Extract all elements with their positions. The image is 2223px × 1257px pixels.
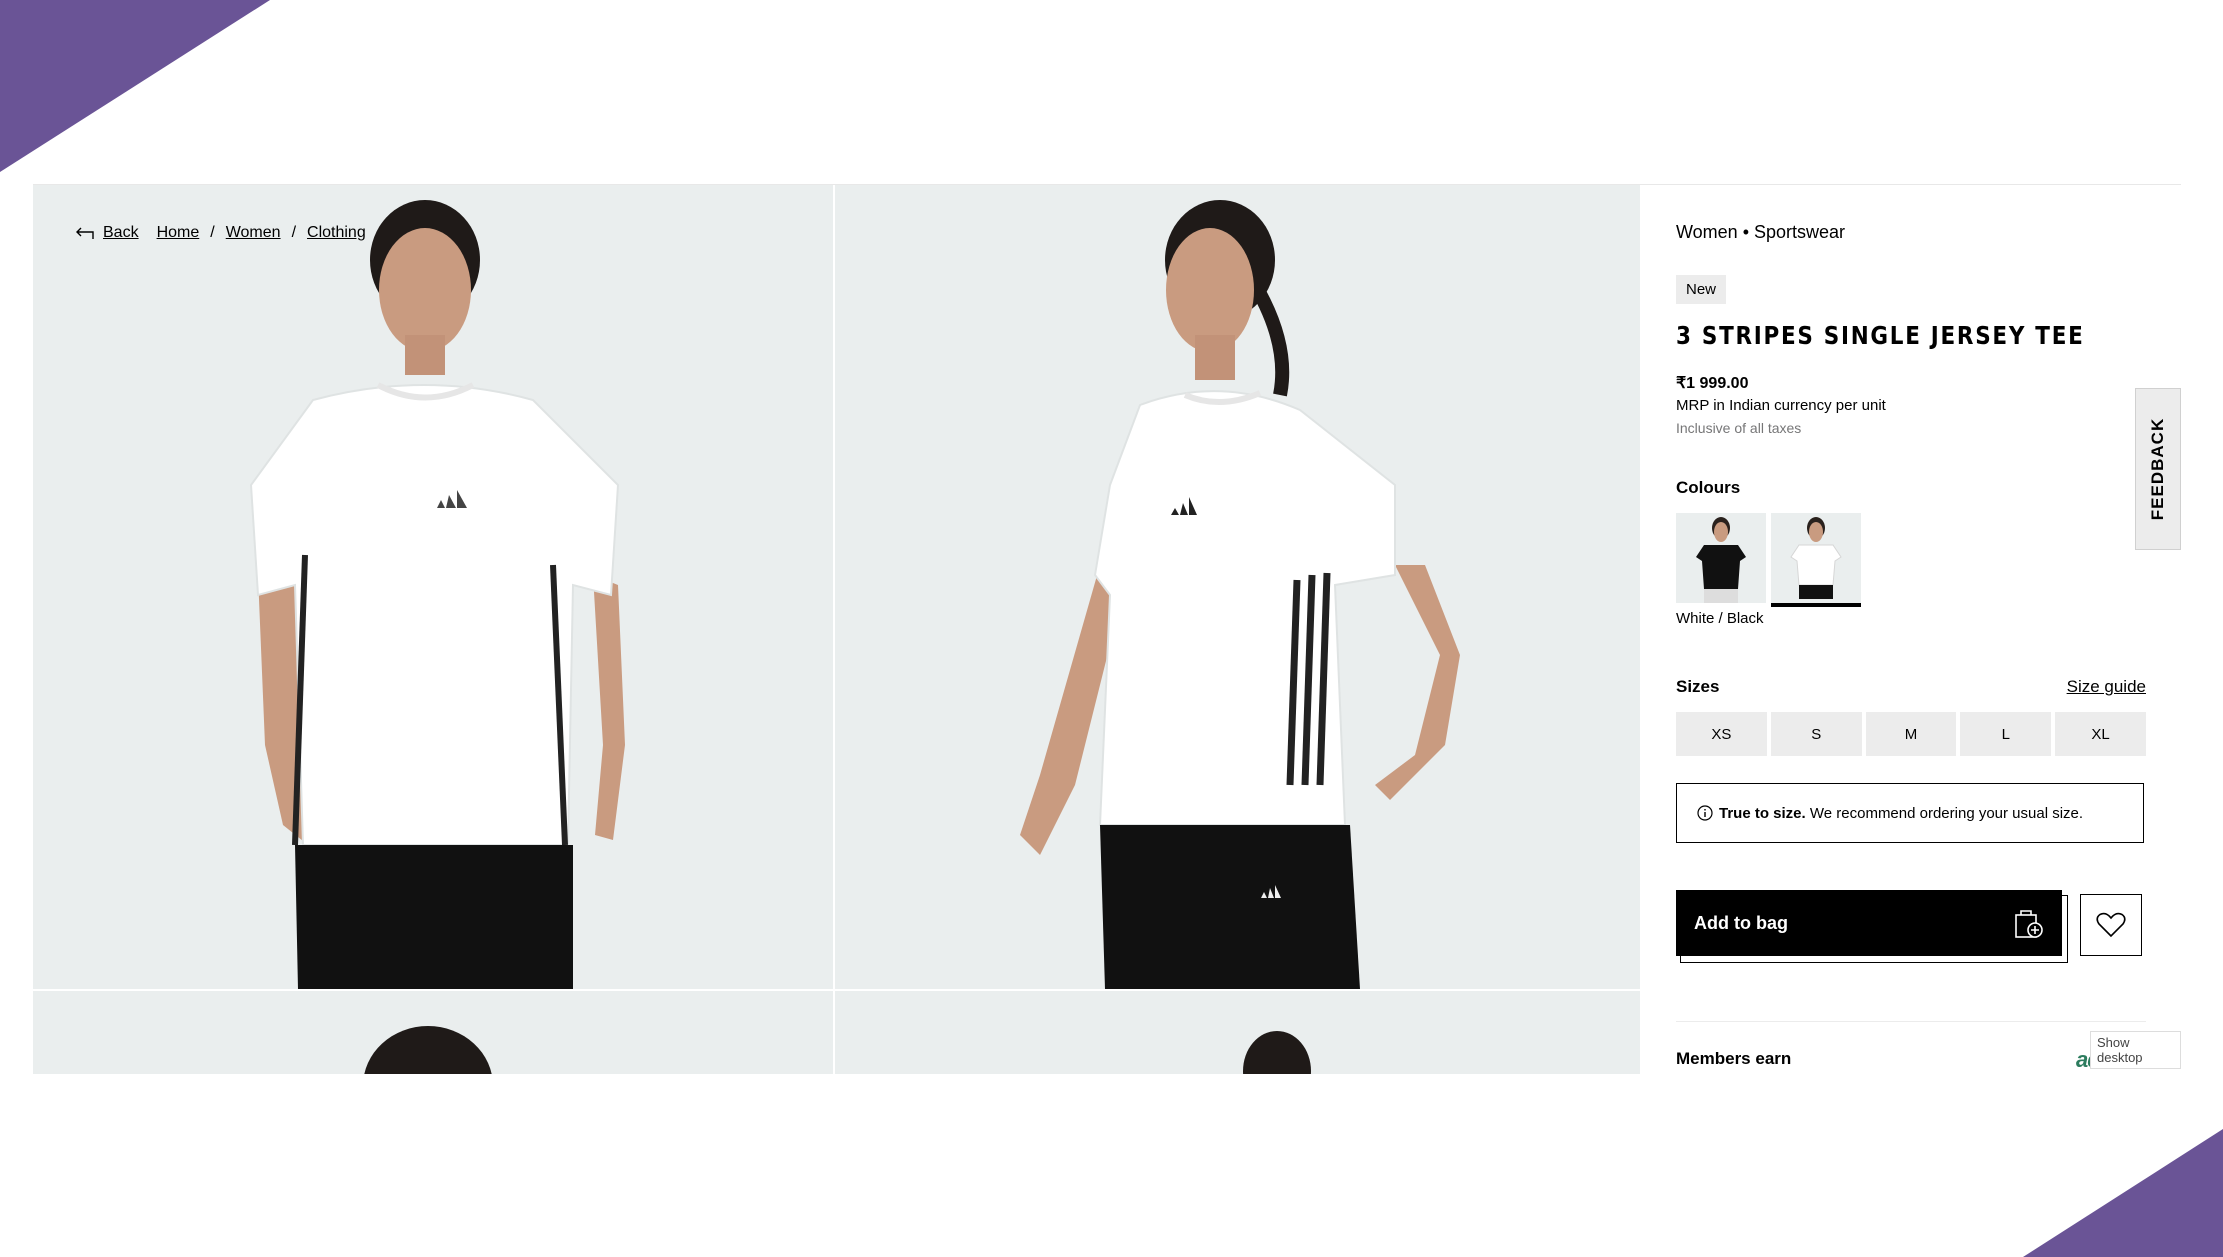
tax-note: Inclusive of all taxes (1676, 420, 1802, 436)
sizes-label: Sizes (1676, 677, 1720, 696)
fit-bold-text: True to size. (1719, 804, 1806, 822)
size-option-m[interactable]: M (1865, 712, 1957, 756)
fit-recommendation: True to size. We recommend ordering your… (1676, 783, 2144, 843)
product-title: 3 STRIPES SINGLE JERSEY TEE (1676, 321, 2085, 350)
size-selector: XS S M L XL (1676, 712, 2146, 756)
back-label[interactable]: Back (103, 224, 139, 242)
size-guide-link[interactable]: Size guide (2067, 677, 2146, 697)
feedback-tab[interactable]: FEEDBACK (2135, 388, 2181, 550)
product-info-panel: Women • Sportswear New 3 STRIPES SINGLE … (1676, 185, 2147, 1074)
wishlist-button[interactable] (2080, 894, 2142, 956)
add-to-bag-label: Add to bag (1694, 912, 1788, 933)
browser-viewport: Back Home / Women / Clothing Women • Spo… (33, 184, 2181, 1074)
breadcrumb-separator: / (210, 224, 215, 241)
section-divider (1676, 1021, 2146, 1022)
product-image-front[interactable] (33, 185, 833, 989)
feedback-label: FEEDBACK (2148, 417, 2168, 521)
new-badge: New (1676, 275, 1727, 304)
heart-icon (2096, 912, 2126, 938)
show-desktop-tooltip: Show desktop (2090, 1031, 2181, 1069)
mrp-note: MRP in Indian currency per unit (1676, 397, 1886, 414)
size-option-xl[interactable]: XL (2055, 712, 2146, 756)
colour-swatch-white[interactable] (1771, 513, 1861, 607)
size-option-xs[interactable]: XS (1676, 712, 1767, 756)
fit-text: We recommend ordering your usual size. (1805, 804, 2084, 822)
members-earn-label: Members earn (1676, 1049, 1792, 1068)
colour-swatch-black[interactable] (1676, 513, 1766, 603)
colours-label: Colours (1676, 478, 1741, 497)
back-arrow-icon (76, 227, 94, 239)
product-gallery: Back Home / Women / Clothing (33, 185, 1640, 1074)
product-price: ₹1 999.00 (1676, 375, 1749, 392)
add-to-bag-button[interactable]: Add to bag (1676, 890, 2062, 956)
breadcrumb-home[interactable]: Home (157, 224, 200, 242)
product-image-3[interactable] (33, 991, 833, 1074)
back-link[interactable]: Back (75, 224, 139, 242)
bag-plus-icon (2015, 910, 2043, 938)
breadcrumb: Back Home / Women / Clothing (75, 224, 366, 242)
decorative-corner-top-left (0, 0, 270, 172)
size-option-s[interactable]: S (1770, 712, 1862, 756)
breadcrumb-clothing[interactable]: Clothing (307, 224, 366, 242)
size-option-l[interactable]: L (1960, 712, 2052, 756)
breadcrumb-women[interactable]: Women (226, 224, 281, 242)
decorative-corner-bottom-right (2023, 1129, 2223, 1257)
product-image-4[interactable] (835, 991, 1640, 1074)
breadcrumb-separator: / (291, 224, 297, 241)
selected-colour-name: White / Black (1676, 610, 1764, 627)
product-image-side[interactable] (835, 185, 1640, 989)
info-icon (1697, 805, 1713, 821)
product-category: Women • Sportswear (1676, 222, 1846, 242)
